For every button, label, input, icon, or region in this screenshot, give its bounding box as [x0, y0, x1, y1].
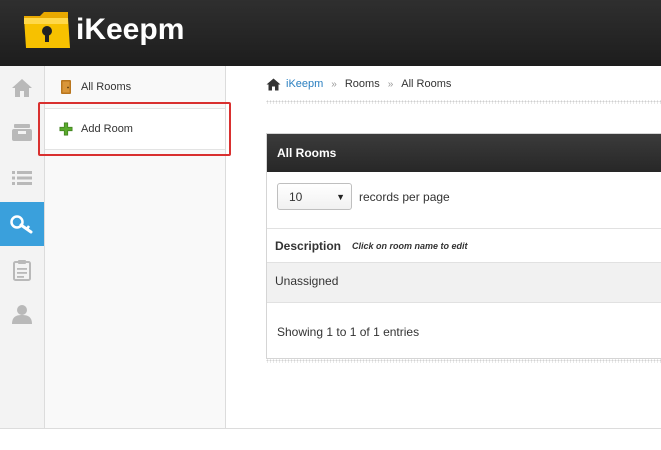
panel-title: All Rooms — [267, 134, 661, 172]
rail-inbox[interactable] — [0, 110, 44, 154]
entries-info: Showing 1 to 1 of 1 entries — [277, 325, 420, 339]
breadcrumb-separator: » — [387, 78, 394, 90]
rail-home[interactable] — [0, 66, 44, 110]
rail-clipboard[interactable] — [0, 248, 44, 292]
submenu-all-rooms[interactable]: All Rooms — [45, 66, 225, 108]
divider — [266, 359, 661, 363]
page-size-select[interactable]: 10 ▼ — [277, 183, 352, 210]
app-name: iKeepm — [76, 13, 185, 46]
breadcrumb-all-rooms: All Rooms — [401, 78, 452, 90]
logo[interactable]: iKeepm — [22, 10, 184, 50]
plus-icon — [59, 122, 73, 136]
home-icon[interactable] — [266, 78, 281, 91]
breadcrumb-separator: » — [331, 78, 337, 90]
breadcrumb-rooms[interactable]: Rooms — [345, 78, 380, 90]
footer-divider — [0, 428, 661, 429]
page-size-value: 10 — [289, 189, 303, 204]
column-hint: Click on room name to edit — [352, 240, 468, 251]
rail-list[interactable] — [0, 156, 44, 200]
icon-rail — [0, 66, 45, 428]
home-icon — [12, 79, 32, 97]
breadcrumb: iKeepm » Rooms » All Rooms — [266, 76, 451, 92]
caret-down-icon: ▼ — [336, 192, 345, 202]
rail-user[interactable] — [0, 292, 44, 336]
clipboard-icon — [13, 260, 31, 281]
table-row: Unassigned — [267, 263, 661, 303]
inbox-icon — [12, 124, 32, 141]
rooms-submenu: All Rooms Add Room — [45, 66, 226, 428]
submenu-all-rooms-label: All Rooms — [81, 81, 132, 93]
list-icon — [12, 171, 32, 185]
breadcrumb-home[interactable]: iKeepm — [286, 78, 323, 90]
app-header: iKeepm — [0, 0, 661, 66]
divider — [266, 100, 661, 104]
user-icon — [12, 305, 32, 324]
column-description[interactable]: Description — [275, 239, 341, 253]
room-name-link[interactable]: Unassigned — [275, 274, 338, 288]
rooms-panel: All Rooms 10 ▼ records per page Descript… — [266, 133, 661, 359]
records-per-page-label: records per page — [359, 190, 450, 204]
table-header: Description Click on room name to edit — [267, 228, 661, 263]
submenu-add-room[interactable]: Add Room — [45, 108, 225, 150]
rail-rooms[interactable] — [0, 202, 44, 246]
door-icon — [61, 80, 71, 94]
folder-lock-icon — [24, 12, 70, 48]
submenu-add-room-label: Add Room — [81, 123, 133, 135]
key-icon — [10, 215, 33, 234]
